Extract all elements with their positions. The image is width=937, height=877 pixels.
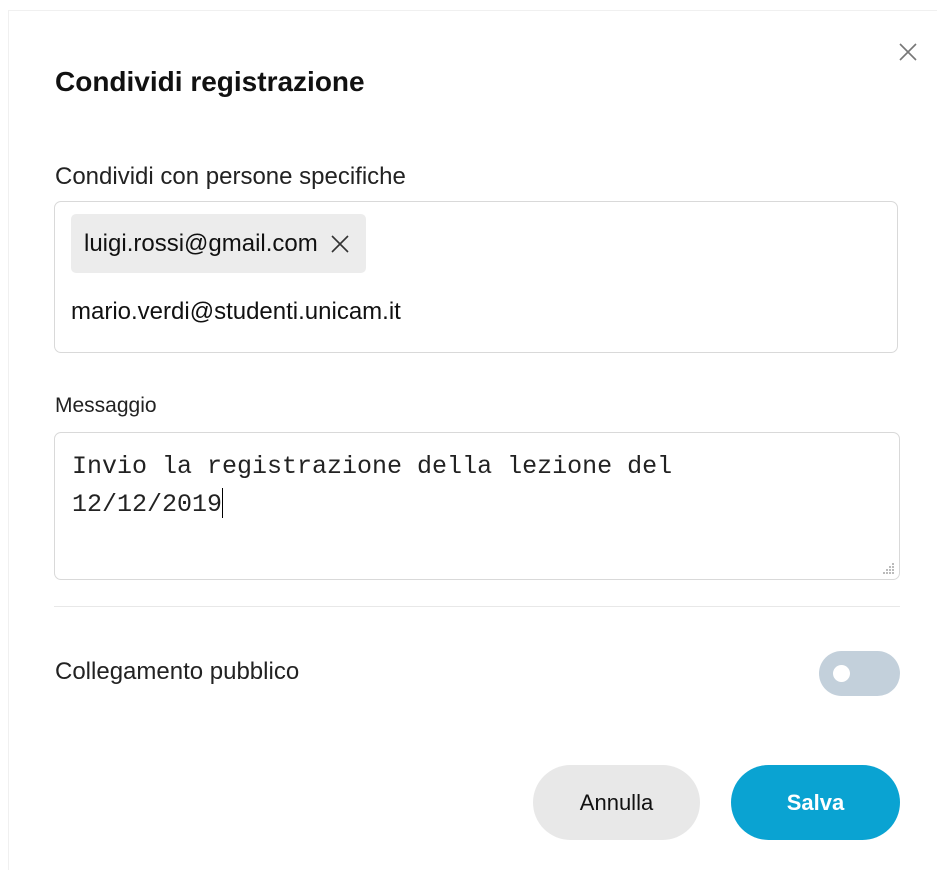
save-button[interactable]: Salva	[731, 765, 900, 840]
text-caret	[222, 488, 224, 518]
dialog-top-border	[8, 10, 937, 11]
close-icon[interactable]	[328, 232, 352, 256]
toggle-knob	[833, 665, 850, 682]
message-text[interactable]: Invio la registrazione della lezione del…	[72, 448, 832, 524]
recipient-chip-email: luigi.rossi@gmail.com	[84, 229, 318, 257]
recipients-field[interactable]: luigi.rossi@gmail.com	[54, 201, 898, 353]
dialog-title: Condividi registrazione	[55, 66, 365, 97]
share-with-label: Condividi con persone specifiche	[55, 163, 406, 190]
section-divider	[54, 606, 900, 607]
message-label: Messaggio	[55, 394, 157, 417]
public-link-toggle[interactable]	[819, 651, 900, 696]
recipient-email-input[interactable]	[71, 292, 871, 332]
resize-handle-icon[interactable]	[881, 561, 895, 575]
message-value: Invio la registrazione della lezione del…	[72, 452, 673, 519]
dialog-left-border	[8, 10, 9, 870]
recipient-chip: luigi.rossi@gmail.com	[71, 214, 366, 273]
share-recording-dialog: Condividi registrazione Condividi con pe…	[0, 0, 937, 877]
public-link-label: Collegamento pubblico	[55, 658, 300, 685]
cancel-button[interactable]: Annulla	[533, 765, 700, 840]
message-textarea[interactable]: Invio la registrazione della lezione del…	[54, 432, 900, 580]
close-icon[interactable]	[896, 40, 920, 64]
